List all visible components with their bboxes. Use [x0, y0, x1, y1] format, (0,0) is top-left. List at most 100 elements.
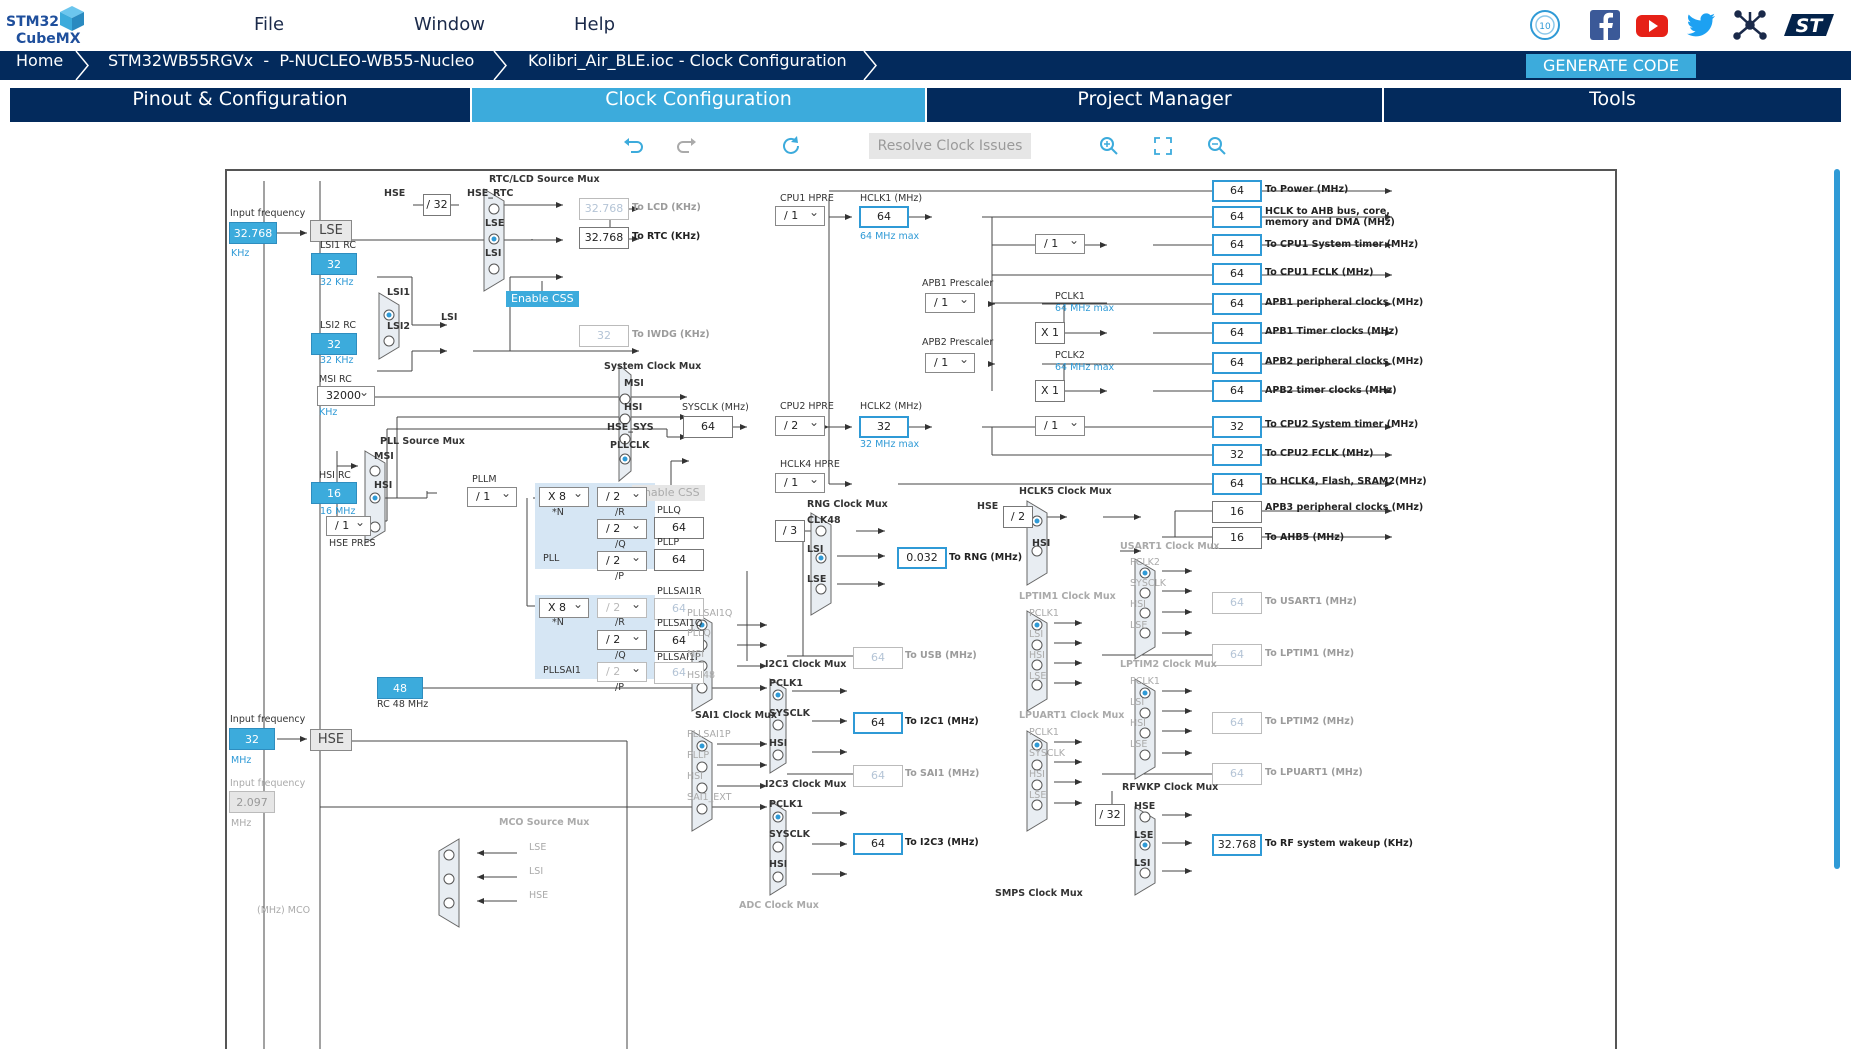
output-cpu2-systimer-label: To CPU2 System timer (MHz): [1265, 419, 1419, 430]
hse-unit: MHz: [231, 755, 252, 766]
hse-pres-select[interactable]: / 1: [326, 513, 371, 536]
generate-code-button[interactable]: GENERATE CODE: [1526, 54, 1696, 78]
breadcrumb-mcu[interactable]: STM32WB55RGVx - P-NUCLEO-WB55-Nucleo: [108, 51, 474, 80]
tab-tools[interactable]: Tools: [1384, 88, 1841, 122]
breadcrumb-file[interactable]: Kolibri_Air_BLE.ioc - Clock Configuratio…: [528, 51, 847, 80]
pllp-value: 64: [654, 549, 704, 571]
youtube-icon[interactable]: [1635, 8, 1669, 42]
lptim1-in-hsi: HSI: [1029, 650, 1045, 661]
rng-divider[interactable]: / 3: [775, 520, 805, 542]
refresh-icon[interactable]: [778, 133, 804, 159]
zoom-out-icon[interactable]: [1204, 133, 1230, 159]
tab-clock-configuration[interactable]: Clock Configuration: [472, 88, 925, 122]
tab-pinout-configuration[interactable]: Pinout & Configuration: [10, 88, 470, 122]
hclk1-label: HCLK1 (MHz): [860, 193, 923, 204]
msi-unit: KHz: [319, 407, 338, 418]
lse-unit: KHz: [231, 248, 250, 259]
usb-label: To USB (MHz): [905, 650, 977, 661]
sai1-mux-title: SAI1 Clock Mux: [695, 710, 778, 721]
hsi-rc-value[interactable]: 16: [311, 482, 357, 504]
cpu1-systimer-select[interactable]: / 1: [1035, 231, 1085, 254]
pllr-select[interactable]: / 2: [597, 484, 647, 507]
lsi2-rc-value[interactable]: 32: [311, 333, 357, 355]
breadcrumb-home[interactable]: Home: [16, 51, 63, 80]
output-apb1-timer-label: APB1 Timer clocks (MHz): [1265, 326, 1399, 337]
menu-window[interactable]: Window: [414, 14, 485, 35]
pllq-label: PLLQ: [657, 505, 681, 516]
pllm-label: PLLM: [472, 474, 497, 485]
sai1-in-pllsai1p: PLLSAI1P: [687, 729, 731, 740]
undo-icon[interactable]: [620, 133, 646, 159]
anniversary-badge-icon[interactable]: 10: [1528, 8, 1562, 42]
sysclk-value[interactable]: 64: [683, 416, 733, 438]
menu-file[interactable]: File: [254, 14, 284, 35]
tab-project-manager[interactable]: Project Manager: [927, 88, 1382, 122]
zoom-in-icon[interactable]: [1096, 133, 1122, 159]
network-icon[interactable]: [1733, 8, 1767, 42]
facebook-icon[interactable]: [1588, 8, 1622, 42]
lcd-clock-value: 32.768: [579, 198, 629, 220]
cpu2-hpre-select[interactable]: / 2: [775, 413, 825, 436]
pllp-select[interactable]: / 2: [597, 548, 647, 571]
rfwkp-hse-divider[interactable]: / 32: [1095, 804, 1125, 826]
vertical-scrollbar[interactable]: [1834, 169, 1840, 869]
hclk2-label: HCLK2 (MHz): [860, 401, 923, 412]
plln-select[interactable]: X 8: [539, 484, 589, 507]
usb-in-hsi48: HSI48: [687, 670, 716, 681]
output-apb1-timer-value: 64: [1212, 322, 1262, 344]
ext-input-frequency[interactable]: 2.097: [229, 791, 275, 813]
hclk2-value[interactable]: 32: [859, 416, 909, 438]
pllm-select[interactable]: / 1: [467, 484, 517, 507]
apb2-prescaler-select[interactable]: / 1: [925, 350, 975, 373]
rc48-value[interactable]: 48: [377, 677, 423, 699]
lsi1-rc-value[interactable]: 32: [311, 253, 357, 275]
rtc-clock-value: 32.768: [579, 227, 629, 249]
lse-source-button[interactable]: LSE: [310, 220, 352, 242]
stm32cubemx-logo: STM32 CubeMX: [6, 4, 86, 47]
hse-input-frequency[interactable]: 32: [229, 728, 275, 750]
cpu1-hpre-select[interactable]: / 1: [775, 203, 825, 226]
chevron-right-icon: [863, 51, 877, 80]
rng-lse-label: LSE: [807, 574, 827, 585]
usart1-mux-title: USART1 Clock Mux: [1120, 541, 1220, 552]
chevron-right-icon: [493, 51, 507, 80]
redo-icon[interactable]: [674, 133, 700, 159]
ext-input-frequency-label: Input frequency: [230, 778, 306, 789]
hclk5-hse-divider[interactable]: / 2: [1003, 506, 1033, 528]
pllsai1n-select[interactable]: X 8: [539, 595, 589, 618]
cpu2-systimer-select[interactable]: / 1: [1035, 413, 1085, 436]
i2c1-in-hsi: HSI: [769, 738, 788, 749]
enable-css-rtc-button[interactable]: Enable CSS: [506, 291, 579, 307]
hclk1-value[interactable]: 64: [859, 206, 909, 228]
fit-to-screen-icon[interactable]: [1150, 133, 1176, 159]
hclk4-hpre-select[interactable]: / 1: [775, 470, 825, 493]
ext-unit: MHz: [231, 818, 252, 829]
pllmux-msi: MSI: [374, 451, 394, 462]
pllsai1r-select[interactable]: / 2: [597, 595, 647, 618]
lsi2-label: LSI2: [387, 321, 411, 332]
msi-rc-select[interactable]: 32000: [317, 383, 375, 406]
rc48-label: RC 48 MHz: [377, 699, 429, 710]
output-cpu2-fclk-label: To CPU2 FCLK (MHz): [1265, 448, 1374, 459]
system-clock-mux-title: System Clock Mux: [604, 361, 702, 372]
pllsai1-n-label: *N: [552, 617, 564, 628]
lse-input-frequency[interactable]: 32.768: [229, 222, 277, 244]
hse-input-frequency-label: Input frequency: [230, 714, 306, 725]
apb1-prescaler-select[interactable]: / 1: [925, 290, 975, 313]
rfwkp-label: To RF system wakeup (KHz): [1265, 838, 1413, 849]
hse-rtc-divider[interactable]: / 32: [423, 194, 451, 216]
resolve-clock-issues-button[interactable]: Resolve Clock Issues: [869, 133, 1031, 159]
lsi1-label: LSI1: [387, 287, 411, 298]
pllq-select[interactable]: / 2: [597, 516, 647, 539]
hse-source-button[interactable]: HSE: [310, 729, 352, 751]
rtc-clock-label: To RTC (KHz): [632, 231, 701, 242]
st-logo-icon[interactable]: ST: [1782, 8, 1836, 42]
pllsai1-r-label: /R: [615, 617, 625, 628]
twitter-icon[interactable]: [1684, 8, 1718, 42]
pllsai1p-select[interactable]: / 2: [597, 659, 647, 682]
menu-help[interactable]: Help: [574, 14, 615, 35]
rfwkp-mux-title: RFWKP Clock Mux: [1122, 782, 1219, 793]
top-menu-bar: STM32 CubeMX File Window Help 10 ST: [0, 0, 1851, 51]
sai1-in-ext: SAI1_EXT: [687, 792, 732, 803]
pllsai1q-select[interactable]: / 2: [597, 627, 647, 650]
